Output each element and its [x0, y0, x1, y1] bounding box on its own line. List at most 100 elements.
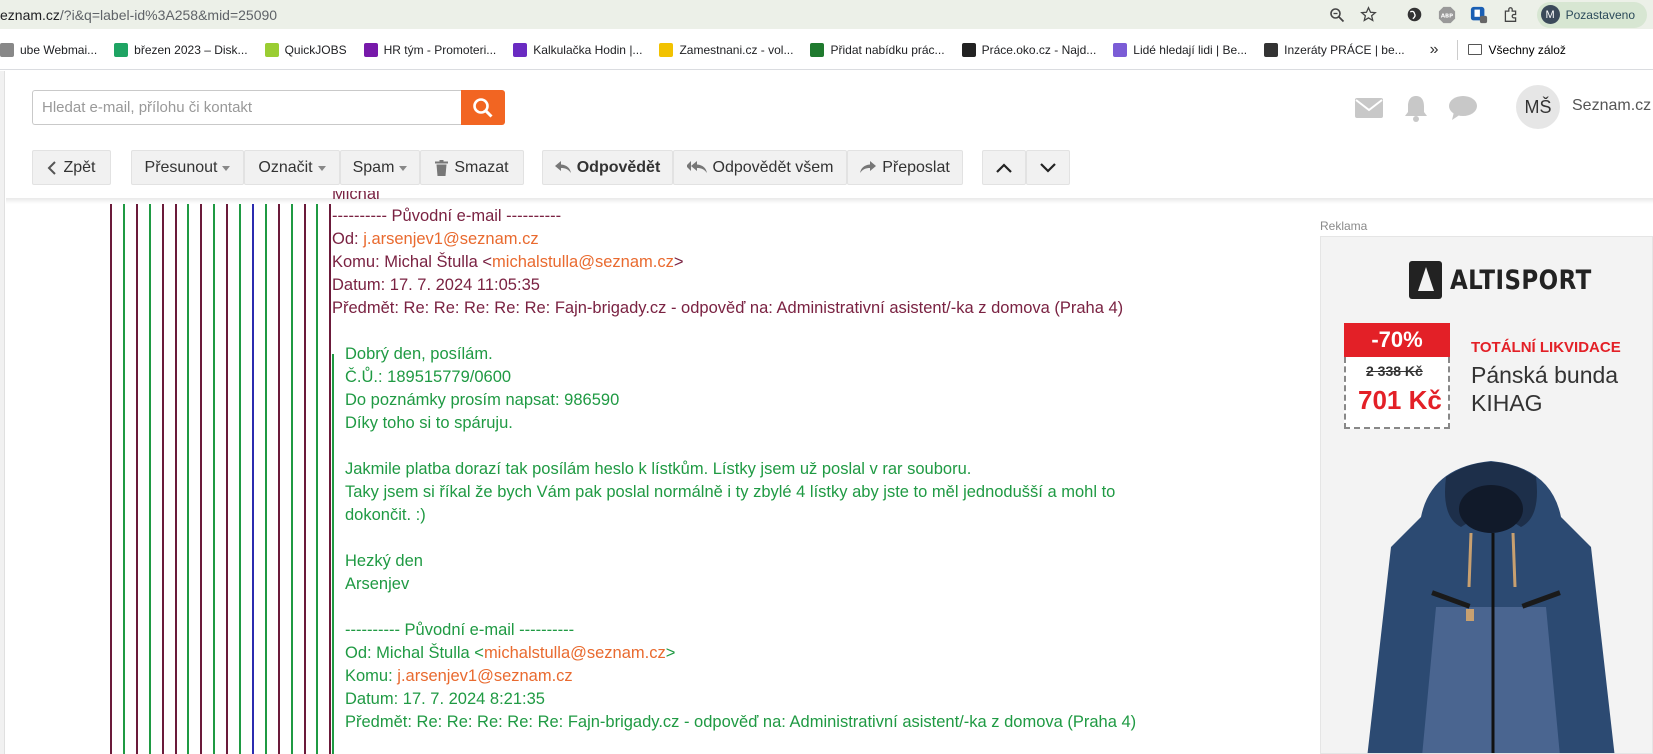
forward-button[interactable]: Přeposlat: [847, 150, 963, 185]
signature-line: Arsenjev: [345, 575, 410, 593]
original-email-separator: ---------- Původní e-mail ----------: [345, 621, 575, 639]
bookmark-label: QuickJOBS: [284, 42, 347, 57]
quote-nesting-line: [303, 204, 306, 754]
ad-new-price: 701 Kč: [1358, 385, 1442, 415]
back-button[interactable]: Zpět: [32, 150, 111, 185]
previous-mail-button[interactable]: [982, 150, 1026, 185]
bookmarks-separator: [1456, 39, 1458, 60]
spam-label: Spam: [352, 158, 395, 176]
bookmark-item[interactable]: ube Webmai...: [0, 42, 97, 57]
to-label: Komu:: [345, 667, 398, 685]
bookmark-label: Zamestnani.cz - vol...: [679, 42, 794, 57]
bookmark-star-icon[interactable]: [1359, 5, 1379, 25]
caret-down-icon: [399, 166, 408, 171]
forward-label: Přeposlat: [882, 158, 950, 176]
extension-badge-icon[interactable]: [1469, 5, 1489, 25]
body-line: Do poznámky prosím napsat: 986590: [345, 391, 620, 409]
ad-label: Reklama: [1320, 219, 1368, 233]
search-input[interactable]: Hledat e-mail, přílohu či kontakt: [32, 90, 462, 125]
quote-nesting-line: [264, 204, 267, 754]
bookmark-item[interactable]: Inzeráty PRÁCE | be...: [1264, 42, 1405, 57]
bpn-icon: [1113, 42, 1128, 57]
spam-button[interactable]: Spam: [340, 150, 420, 185]
mark-button[interactable]: Označit: [244, 150, 340, 185]
pridat-icon: [810, 42, 825, 57]
header-icons: [1352, 88, 1493, 128]
back-label: Zpět: [63, 158, 96, 176]
bookmark-label: HR tým - Promoteri...: [383, 42, 497, 57]
reply-button[interactable]: Odpovědět: [542, 150, 673, 185]
advertisement-banner[interactable]: ALTISPORT -70% 2 338 Kč 701 Kč TOTÁLNÍ L…: [1320, 236, 1653, 754]
bookmark-label: Kalkulačka Hodin |...: [533, 42, 643, 57]
signature-line: Hezký den: [345, 552, 423, 570]
quote-nesting-lines: [0, 204, 340, 754]
url-field[interactable]: eznam.cz/?i&q=label-id%3A258&mid=25090: [0, 7, 277, 23]
zoom-icon[interactable]: [1327, 5, 1347, 25]
quote-nesting-line: [329, 204, 332, 754]
delete-button[interactable]: Smazat: [420, 150, 524, 185]
quote-nesting-line: [135, 204, 138, 754]
chevron-down-icon: [1040, 162, 1056, 173]
mail-icon[interactable]: [1352, 93, 1386, 123]
bookmark-item[interactable]: QuickJOBS: [264, 42, 347, 57]
address-bar-icons: ABP M Pozastaveno: [1321, 0, 1653, 29]
body-line: Taky jsem si říkal že bych Vám pak posla…: [345, 483, 1116, 501]
webmail-icon: [0, 42, 14, 57]
chat-bubble-icon[interactable]: [1446, 93, 1480, 123]
to-email-link[interactable]: j.arsenjev1@seznam.cz: [397, 667, 572, 685]
extension-globe-icon[interactable]: [1405, 5, 1425, 25]
bookmark-item[interactable]: Přidat nabídku prác...: [810, 42, 945, 57]
bookmark-label: Přidat nabídku prác...: [830, 42, 945, 57]
ad-discount-badge: -70%: [1344, 323, 1450, 357]
chevron-left-icon: [47, 160, 57, 176]
bell-icon[interactable]: [1399, 93, 1433, 123]
bookmarks-more-button[interactable]: »: [1430, 41, 1439, 59]
bookmark-item[interactable]: Zamestnani.cz - vol...: [659, 42, 794, 57]
search-button[interactable]: [461, 90, 505, 125]
quoted-message: Dobrý den, posílám. Č.Ů.: 189515779/0600…: [345, 343, 1292, 734]
quote-nesting-line: [122, 204, 125, 754]
bookmark-item[interactable]: Kalkulačka Hodin |...: [513, 42, 643, 57]
subject-line: Předmět: Re: Re: Re: Re: Re: Fajn-brigad…: [332, 299, 1124, 317]
quote-nesting-line: [148, 204, 151, 754]
ad-old-price: 2 338 Kč: [1366, 363, 1423, 379]
adblock-icon[interactable]: ABP: [1437, 5, 1457, 25]
next-mail-button[interactable]: [1026, 150, 1070, 185]
bookmark-label: Práce.oko.cz - Najd...: [981, 42, 1097, 57]
profile-status: Pozastaveno: [1565, 7, 1635, 22]
body-line: Díky toho si to spáruju.: [345, 414, 513, 432]
cut-off-name: Michal: [332, 191, 380, 203]
account-label[interactable]: Seznam.cz: [1572, 97, 1651, 115]
move-button[interactable]: Přesunout: [131, 150, 244, 185]
to-email-link[interactable]: michalstulla@seznam.cz: [492, 253, 674, 271]
quote-nesting-line: [277, 204, 280, 754]
from-close: >: [665, 644, 676, 662]
zamestnani-icon: [659, 42, 674, 57]
from-email-link[interactable]: j.arsenjev1@seznam.cz: [363, 230, 538, 248]
original-email-separator: ---------- Původní e-mail ----------: [332, 207, 562, 225]
ad-brand-name: ALTISPORT: [1450, 264, 1592, 296]
bookmark-item[interactable]: Práce.oko.cz - Najd...: [961, 42, 1097, 57]
all-bookmarks-folder[interactable]: Všechny zálož: [1467, 43, 1566, 57]
mark-label: Označit: [258, 158, 313, 176]
extensions-puzzle-icon[interactable]: [1501, 5, 1521, 25]
delete-label: Smazat: [454, 158, 509, 176]
bookmark-label: březen 2023 – Disk...: [134, 42, 248, 57]
reply-all-button[interactable]: Odpovědět všem: [673, 150, 847, 185]
bookmark-label: Inzeráty PRÁCE | be...: [1284, 42, 1405, 57]
url-path: /?i&q=label-id%3A258&mid=25090: [59, 6, 278, 23]
bookmark-item[interactable]: březen 2023 – Disk...: [114, 42, 248, 57]
reply-label: Odpovědět: [576, 158, 661, 176]
reply-arrow-icon: [554, 161, 571, 174]
from-email-link[interactable]: michalstulla@seznam.cz: [484, 644, 666, 662]
bookmark-item[interactable]: Lidé hledají lidi | Be...: [1113, 42, 1247, 57]
profile-button[interactable]: M Pozastaveno: [1536, 1, 1647, 28]
bookmark-item[interactable]: HR tým - Promoteri...: [363, 42, 497, 57]
user-avatar[interactable]: MŠ: [1516, 85, 1560, 129]
url-host: eznam.cz: [0, 6, 60, 23]
kalkulacka-icon: [513, 42, 528, 57]
quote-nesting-line: [316, 204, 319, 754]
